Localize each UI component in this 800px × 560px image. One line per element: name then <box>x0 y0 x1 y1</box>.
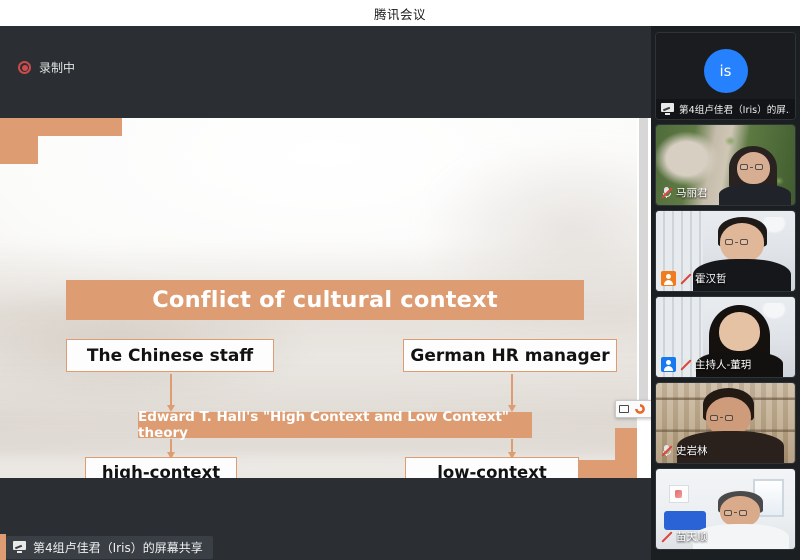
share-status-label: 第4组卢佳君（Iris）的屏幕共享 <box>33 539 203 556</box>
person-silhouette <box>709 491 773 550</box>
box-german-hr-manager-label: German HR manager <box>410 346 609 366</box>
box-high-context-label: high-context <box>102 463 220 478</box>
person-silhouette <box>717 146 792 205</box>
recording-label: 录制中 <box>39 59 75 76</box>
participant-tile-host[interactable]: 主持人-董玥 <box>655 296 796 378</box>
box-chinese-staff-label: The Chinese staff <box>87 346 253 366</box>
arrow-down-icon <box>511 439 513 453</box>
participant-name: 马丽君 <box>676 185 708 200</box>
participant-name: 霍汉哲 <box>695 271 727 286</box>
participant-name: 史岩林 <box>676 443 708 458</box>
share-status-pill[interactable]: 第4组卢佳君（Iris）的屏幕共享 <box>6 536 213 559</box>
participant-tile[interactable]: 史岩林 <box>655 382 796 464</box>
tile-label: 霍汉哲 <box>661 271 727 286</box>
corner-decoration-top-left <box>0 118 122 136</box>
tile-label: 史岩林 <box>661 443 708 458</box>
tile-caption: 第4组卢佳君（Iris）的屏... <box>656 99 795 119</box>
box-high-context: high-context <box>85 457 237 478</box>
slide-canvas: Conflict of cultural context The Chinese… <box>0 118 651 478</box>
host-badge-icon <box>661 357 676 372</box>
slide-scrollbar[interactable] <box>639 118 648 410</box>
box-low-context-label: low-context <box>437 463 547 478</box>
window-titlebar: 腾讯会议 <box>0 0 800 26</box>
arrow-down-icon <box>170 374 172 406</box>
participant-badge-icon <box>661 271 676 286</box>
tile-label: 马丽君 <box>661 185 708 200</box>
status-bar-accent <box>0 534 6 560</box>
participant-name: 第4组卢佳君（Iris）的屏... <box>679 102 790 116</box>
participant-rail[interactable]: is 第4组卢佳君（Iris）的屏... 马丽君 <box>651 26 800 560</box>
participant-name: 主持人-董玥 <box>695 357 751 372</box>
record-dot-icon <box>18 61 31 74</box>
recording-indicator: 录制中 <box>18 59 75 76</box>
mic-muted-icon <box>680 358 691 371</box>
meeting-window: 腾讯会议 录制中 Conflict of cultural context Th… <box>0 0 800 560</box>
refresh-icon[interactable] <box>635 404 645 414</box>
participant-tile[interactable]: 马丽君 <box>655 124 796 206</box>
shared-slide[interactable]: Conflict of cultural context The Chinese… <box>0 118 651 478</box>
mic-muted-icon <box>661 444 672 457</box>
arrow-down-icon <box>170 439 172 453</box>
participant-tile[interactable]: 霍汉哲 <box>655 210 796 292</box>
tile-label: 主持人-董玥 <box>661 357 751 372</box>
screen-share-icon <box>13 541 26 553</box>
theory-label: Edward T. Hall's "High Context and Low C… <box>138 409 532 441</box>
share-status-bar: 第4组卢佳君（Iris）的屏幕共享 <box>0 534 651 560</box>
box-low-context: low-context <box>405 457 579 478</box>
box-german-hr-manager: German HR manager <box>403 339 617 372</box>
participant-tile[interactable]: 苗天顺 <box>655 468 796 550</box>
app-title: 腾讯会议 <box>374 4 426 23</box>
mic-muted-icon <box>661 530 672 543</box>
screen-share-icon <box>661 103 674 115</box>
participant-tile-screenshare[interactable]: is 第4组卢佳君（Iris）的屏... <box>655 32 796 120</box>
arrow-down-icon <box>511 374 513 406</box>
mic-muted-icon <box>661 186 672 199</box>
slide-title: Conflict of cultural context <box>152 287 498 313</box>
slide-background-haze <box>339 147 651 363</box>
screen-icon[interactable] <box>619 405 629 413</box>
slide-title-banner: Conflict of cultural context <box>66 280 584 320</box>
participant-name: 苗天顺 <box>676 529 708 544</box>
theory-banner: Edward T. Hall's "High Context and Low C… <box>138 412 532 438</box>
box-chinese-staff: The Chinese staff <box>66 339 274 372</box>
avatar: is <box>704 49 748 93</box>
tile-label: 苗天顺 <box>661 529 708 544</box>
mic-muted-icon <box>680 272 691 285</box>
